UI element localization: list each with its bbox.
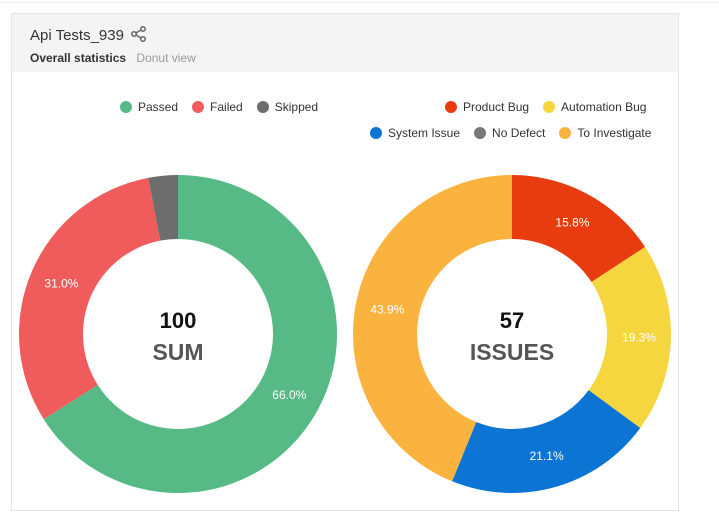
slice-label-passed: 66.0%	[272, 388, 306, 402]
center-value: 100	[160, 308, 197, 333]
slice-label-automation-bug: 19.3%	[622, 330, 656, 344]
center-label: SUM	[152, 339, 203, 365]
slice-label-product-bug: 15.8%	[555, 215, 589, 229]
donut-charts: 66.0% 31.0% 100 SUM 15.8% 19.3% 21.1% 43.9% 57 I…	[18, 175, 671, 494]
slice-label-system-issue: 21.1%	[530, 449, 564, 463]
slice-failed[interactable]	[18, 177, 161, 420]
donut-chart-sum: 66.0% 31.0% 100 SUM	[18, 175, 337, 494]
center-value: 57	[500, 308, 524, 333]
top-divider	[0, 2, 719, 3]
donut-chart-issues: 15.8% 19.3% 21.1% 43.9% 57 ISSUES	[353, 175, 671, 493]
widget-panel: Api Tests_939 Overall statistics Donut v…	[11, 13, 679, 511]
center-label: ISSUES	[470, 339, 554, 365]
slice-label-failed: 31.0%	[44, 277, 78, 291]
slice-label-to-investigate: 43.9%	[370, 303, 404, 317]
